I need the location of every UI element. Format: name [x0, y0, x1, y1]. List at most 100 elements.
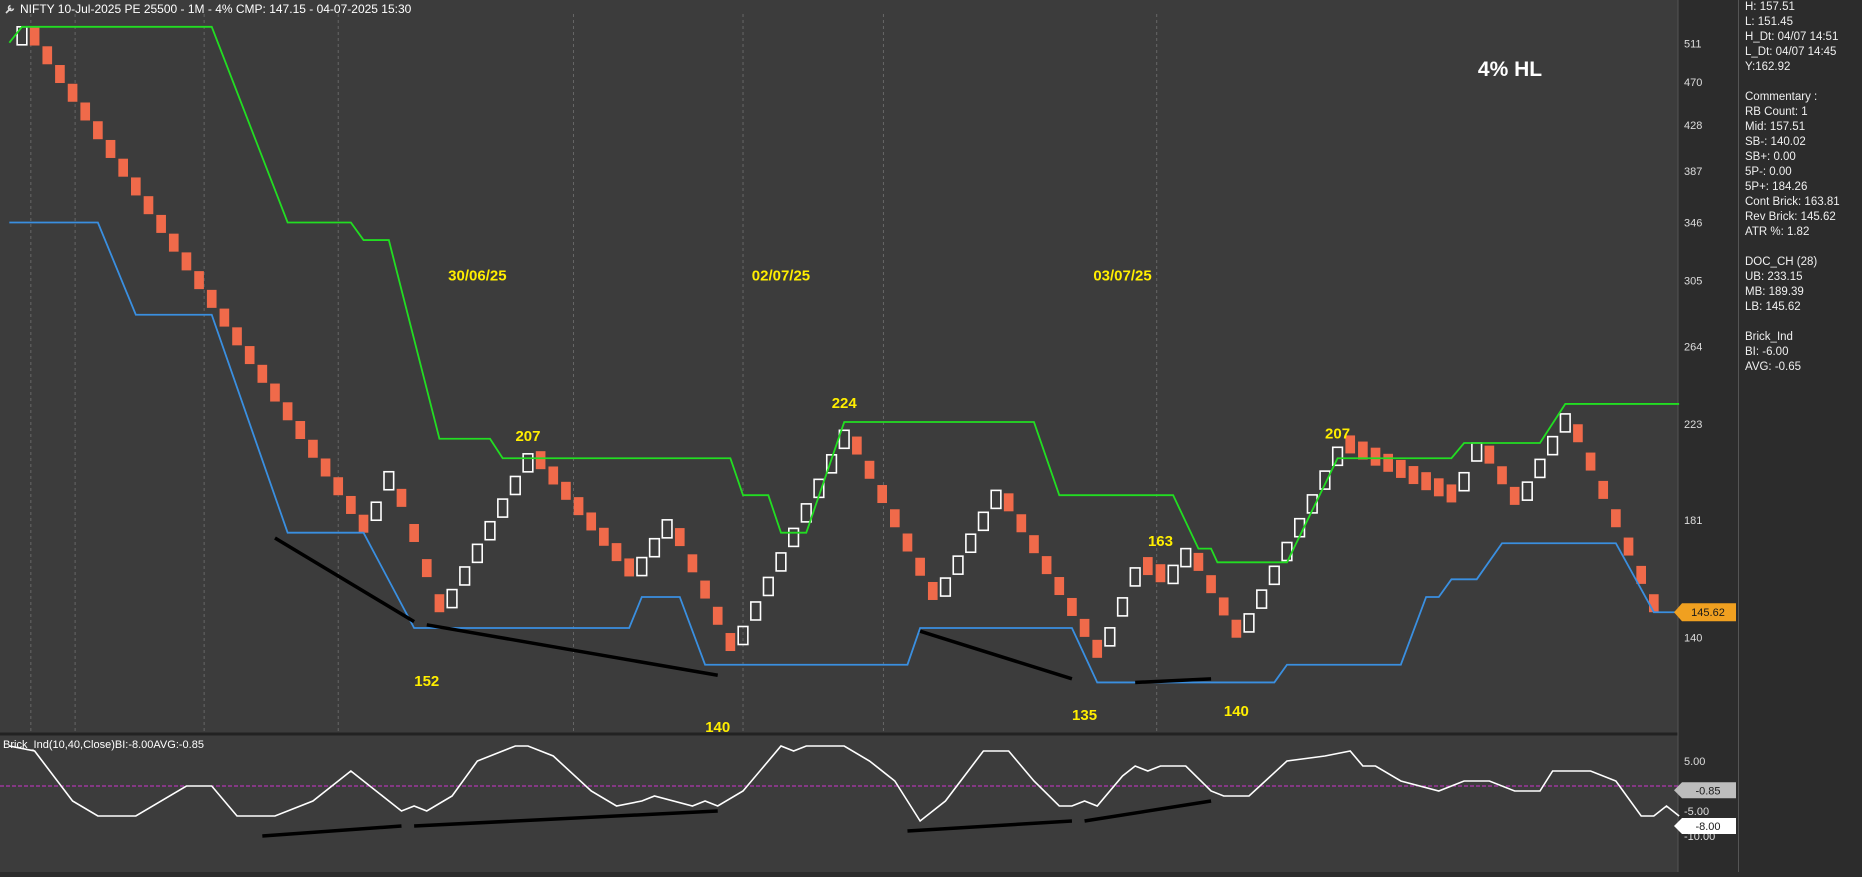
side-panel-line: Y:162.92 — [1745, 61, 1791, 73]
renko-brick-down — [194, 271, 204, 290]
renko-brick-down — [346, 495, 356, 514]
current-price-text: 145.62 — [1691, 607, 1725, 619]
renko-brick-down — [1029, 535, 1039, 554]
renko-brick-down — [1497, 466, 1507, 485]
price-annotation: 140 — [705, 719, 730, 736]
renko-brick-down — [687, 554, 698, 573]
renko-brick-down — [1509, 486, 1520, 505]
renko-brick-down — [396, 488, 407, 507]
renko-brick-down — [902, 533, 913, 552]
side-panel-group: Commentary : RB Count: 1 Mid: 157.51 SB-: 1… — [1745, 90, 1862, 240]
renko-brick-down — [257, 364, 268, 383]
side-panel-line: Rev Brick: 145.62 — [1745, 211, 1836, 223]
wrench-icon[interactable] — [4, 3, 16, 15]
renko-brick-down — [308, 439, 318, 458]
side-panel-line: Cont Brick: 163.81 — [1745, 196, 1840, 208]
indicator-y-tick-label: -5.00 — [1684, 806, 1709, 818]
renko-brick-down — [232, 327, 242, 346]
y-tick-label: 140 — [1684, 633, 1702, 645]
y-tick-label: 428 — [1684, 120, 1702, 132]
renko-brick-down — [586, 512, 597, 531]
renko-brick-down — [105, 139, 116, 158]
renko-brick-down — [877, 485, 887, 504]
renko-brick-down — [1370, 447, 1381, 466]
price-annotation: 207 — [515, 428, 540, 445]
y-tick-label: 387 — [1684, 166, 1702, 178]
renko-brick-down — [1218, 597, 1229, 616]
renko-brick-down — [118, 158, 128, 177]
chart-title-bar: NIFTY 10-Jul-2025 PE 25500 - 1M - 4% CMP… — [4, 2, 411, 16]
indicator-value-text: -0.85 — [1695, 785, 1720, 797]
renko-brick-down — [1193, 552, 1204, 571]
date-label: 02/07/25 — [752, 267, 810, 284]
renko-brick-down — [1231, 619, 1242, 638]
renko-brick-down — [1484, 445, 1495, 464]
chart-root[interactable]: 1401812232643053463874284705115.000.00-5… — [0, 0, 1862, 872]
renko-brick-down — [1143, 557, 1153, 576]
side-panel-line: SB+: 0.00 — [1745, 151, 1796, 163]
renko-brick-down — [156, 214, 166, 233]
renko-brick-down — [1206, 575, 1216, 594]
price-annotation: 224 — [832, 395, 858, 412]
renko-brick-down — [282, 402, 293, 421]
y-tick-label: 223 — [1684, 419, 1702, 431]
side-panel-line: SB-: 140.02 — [1745, 136, 1806, 148]
y-tick-label: 181 — [1684, 515, 1702, 527]
y-tick-label: 264 — [1684, 342, 1702, 354]
renko-brick-down — [29, 27, 40, 46]
renko-brick-down — [1649, 594, 1659, 613]
renko-brick-down — [55, 65, 65, 84]
side-panel-line: H: 157.51 — [1745, 1, 1795, 13]
renko-brick-down — [674, 528, 685, 547]
renko-brick-down — [295, 421, 306, 440]
side-panel-line: Mid: 157.51 — [1745, 121, 1806, 133]
renko-brick-down — [1623, 537, 1634, 556]
renko-brick-down — [700, 580, 710, 599]
renko-brick-down — [1041, 556, 1052, 575]
side-panel-line: 5P-: 0.00 — [1745, 166, 1792, 178]
renko-brick-down — [244, 346, 255, 365]
renko-brick-down — [131, 177, 141, 196]
renko-brick-down — [1421, 472, 1431, 491]
renko-brick-down — [1446, 484, 1457, 503]
side-panel-line: L: 151.45 — [1745, 16, 1793, 28]
indicator-value-text: -8.00 — [1695, 821, 1720, 833]
date-label: 03/07/25 — [1093, 267, 1151, 284]
renko-brick-down — [1611, 509, 1621, 528]
renko-brick-down — [1585, 452, 1596, 471]
renko-brick-down — [1054, 577, 1065, 596]
side-panel-line: 5P+: 184.26 — [1745, 181, 1808, 193]
side-panel-line: BI: -6.00 — [1745, 346, 1789, 358]
renko-brick-down — [1358, 441, 1368, 460]
side-panel-line: Commentary : — [1745, 91, 1818, 103]
info-side-panel: H: 157.51 L: 151.45 H_Dt: 04/07 14:51 L_Dt:… — [1738, 0, 1862, 872]
renko-brick-down — [535, 451, 546, 470]
renko-brick-down — [1396, 459, 1406, 478]
side-panel-line: RB Count: 1 — [1745, 106, 1808, 118]
renko-brick-down — [320, 458, 331, 477]
renko-brick-down — [143, 196, 154, 215]
renko-brick-down — [333, 477, 344, 496]
side-panel-line: AVG: -0.65 — [1745, 361, 1802, 373]
renko-brick-down — [1016, 514, 1027, 533]
renko-brick-down — [168, 233, 179, 252]
renko-brick-down — [1636, 565, 1646, 584]
renko-brick-down — [206, 289, 217, 308]
renko-brick-down — [927, 581, 938, 600]
renko-brick-down — [421, 559, 432, 578]
renko-brick-down — [915, 557, 925, 576]
chart-svg: 1401812232643053463874284705115.000.00-5… — [0, 0, 1738, 872]
renko-brick-down — [409, 523, 419, 542]
renko-brick-down — [1003, 493, 1014, 512]
indicator-y-tick-label: 5.00 — [1684, 756, 1705, 768]
side-panel-group: H: 157.51 L: 151.45 H_Dt: 04/07 14:51 L_Dt:… — [1745, 0, 1862, 75]
renko-brick-down — [219, 308, 230, 327]
renko-brick-down — [270, 383, 280, 402]
renko-brick-down — [1092, 639, 1103, 658]
side-panel-line: DOC_CH (28) — [1745, 256, 1818, 268]
corner-label: 4% HL — [1478, 58, 1542, 81]
indicator-title: Brick_Ind(10,40,Close)BI:-8.00AVG:-0.85 — [3, 739, 204, 751]
renko-brick-down — [852, 436, 862, 455]
renko-brick-down — [181, 252, 192, 271]
price-annotation: 207 — [1325, 426, 1350, 443]
